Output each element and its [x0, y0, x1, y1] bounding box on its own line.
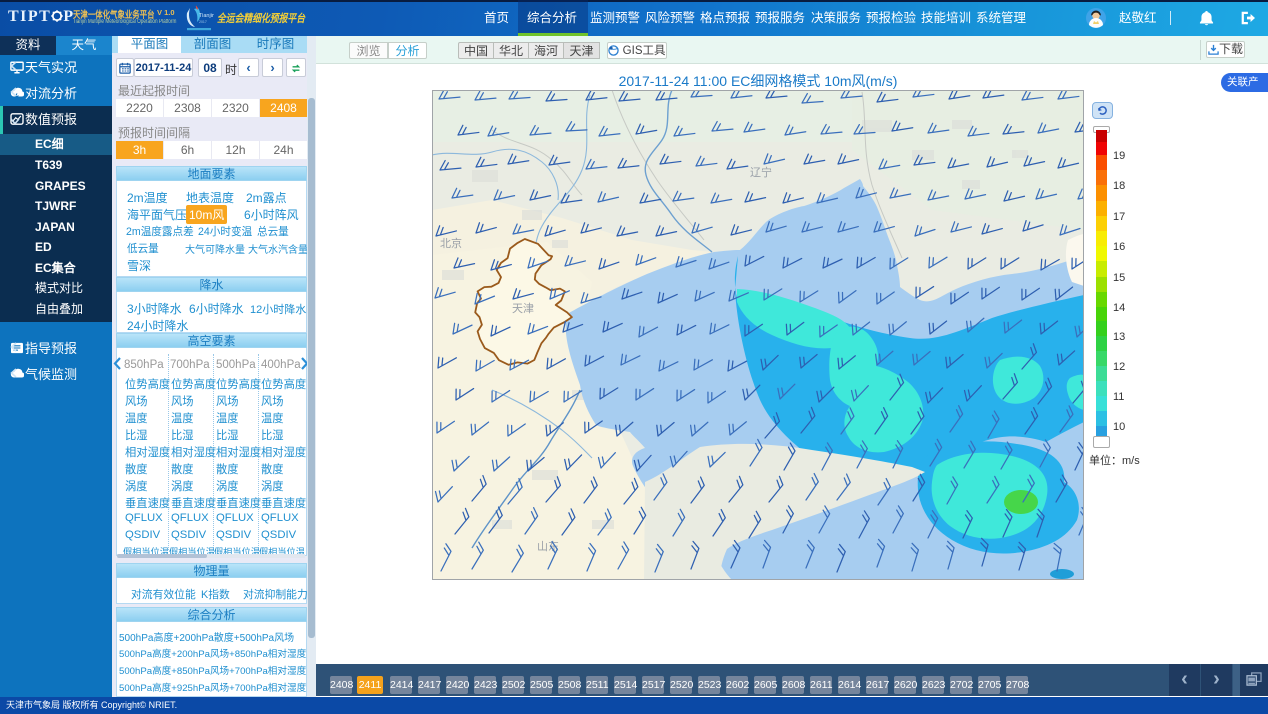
- svg-text:北京: 北京: [440, 236, 462, 250]
- svg-text:2017: 2017: [199, 20, 207, 24]
- svg-text:Tianjin: Tianjin: [199, 13, 214, 19]
- svg-text:辽宁: 辽宁: [750, 165, 772, 179]
- svg-text:天津: 天津: [512, 302, 534, 315]
